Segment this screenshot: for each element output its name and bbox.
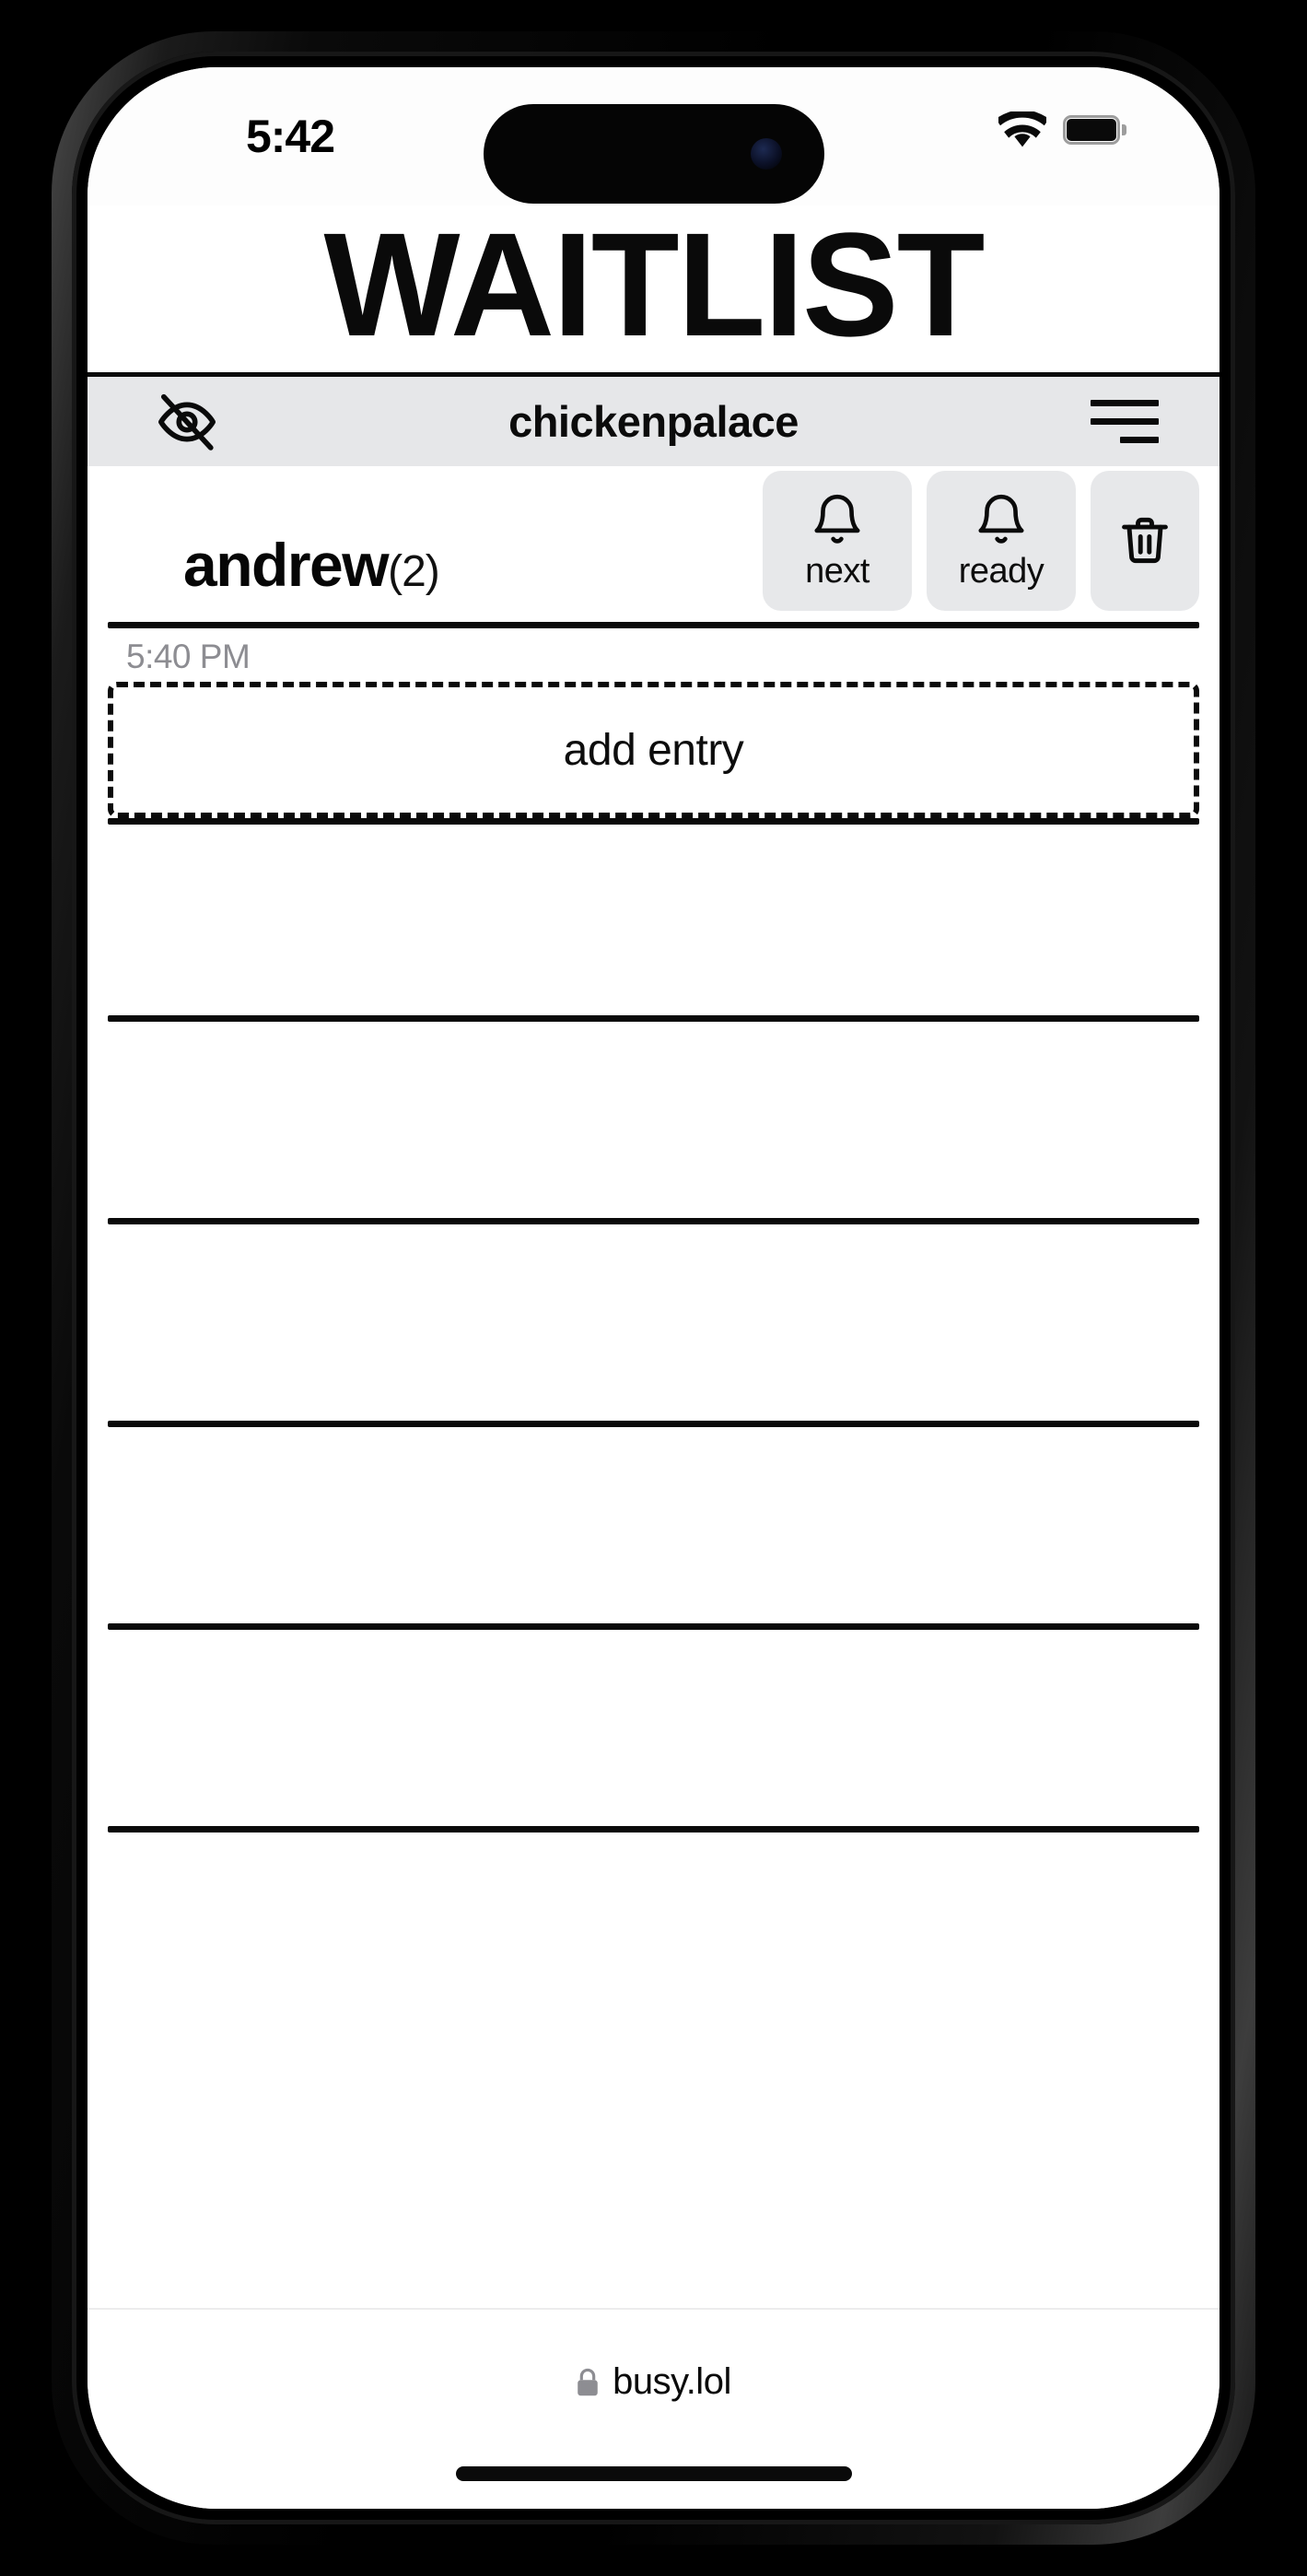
- trash-icon: [1122, 517, 1168, 564]
- site-toolbar: chickenpalace: [88, 372, 1219, 466]
- url-text: busy.lol: [613, 2361, 731, 2402]
- empty-queue-slot[interactable]: [106, 1832, 1201, 2029]
- menu-line-3: [1120, 437, 1159, 443]
- battery-full-icon: [1063, 115, 1126, 145]
- queue-identity: andrew (2): [108, 530, 440, 616]
- phone-screen: 5:42 WAITLIST chickenpalace andrew (2) n…: [88, 67, 1219, 2509]
- waitlist-content: andrew (2) next ready 5:40 PM add entry: [88, 466, 1219, 2309]
- bell-icon: [978, 494, 1024, 544]
- separator-rule: [108, 1218, 1199, 1224]
- queue-actions: next ready: [763, 471, 1199, 616]
- menu-line-1: [1091, 400, 1159, 406]
- queue-header-row: andrew (2) next ready: [106, 466, 1201, 622]
- url-bar[interactable]: busy.lol: [88, 2361, 1219, 2403]
- bell-icon: [814, 494, 860, 544]
- empty-queue-slot[interactable]: [106, 1022, 1201, 1218]
- separator-rule: [108, 1015, 1199, 1022]
- status-bar: 5:42: [88, 67, 1219, 205]
- separator-rule: [108, 1826, 1199, 1832]
- phone-device-frame: 5:42 WAITLIST chickenpalace andrew (2) n…: [52, 31, 1255, 2545]
- empty-queue-slot[interactable]: [106, 1224, 1201, 1421]
- queue-name: andrew: [183, 531, 390, 599]
- next-button[interactable]: next: [763, 471, 912, 611]
- hamburger-menu-icon[interactable]: [1085, 385, 1159, 459]
- page-title: WAITLIST: [323, 202, 986, 367]
- ready-button-label: ready: [958, 551, 1044, 591]
- page-title-bar: WAITLIST: [88, 202, 1219, 372]
- status-bar-indicators: [998, 111, 1126, 148]
- status-bar-time: 5:42: [245, 111, 335, 162]
- wifi-icon: [998, 111, 1046, 147]
- lock-icon: [578, 2368, 598, 2395]
- delete-button[interactable]: [1091, 471, 1199, 611]
- add-entry-row: add entry: [106, 682, 1201, 818]
- separator-rule: [108, 1421, 1199, 1427]
- queue-count: (2): [388, 547, 440, 596]
- add-entry-button[interactable]: add entry: [108, 682, 1199, 818]
- empty-queue-slot[interactable]: [106, 1427, 1201, 1623]
- next-button-label: next: [805, 551, 869, 591]
- empty-queue-slot[interactable]: [106, 825, 1201, 1015]
- dynamic-island: [483, 104, 824, 204]
- ready-button[interactable]: ready: [927, 471, 1076, 611]
- home-indicator[interactable]: [455, 2466, 852, 2481]
- separator-rule: [108, 818, 1199, 825]
- empty-queue-slot[interactable]: [106, 1630, 1201, 1826]
- separator-rule: [108, 622, 1199, 628]
- menu-line-2: [1091, 418, 1159, 425]
- browser-footer: busy.lol: [88, 2308, 1219, 2509]
- entry-timestamp: 5:40 PM: [126, 638, 251, 675]
- separator-rule: [108, 1623, 1199, 1630]
- site-name: chickenpalace: [508, 397, 799, 446]
- front-camera-icon: [750, 138, 782, 170]
